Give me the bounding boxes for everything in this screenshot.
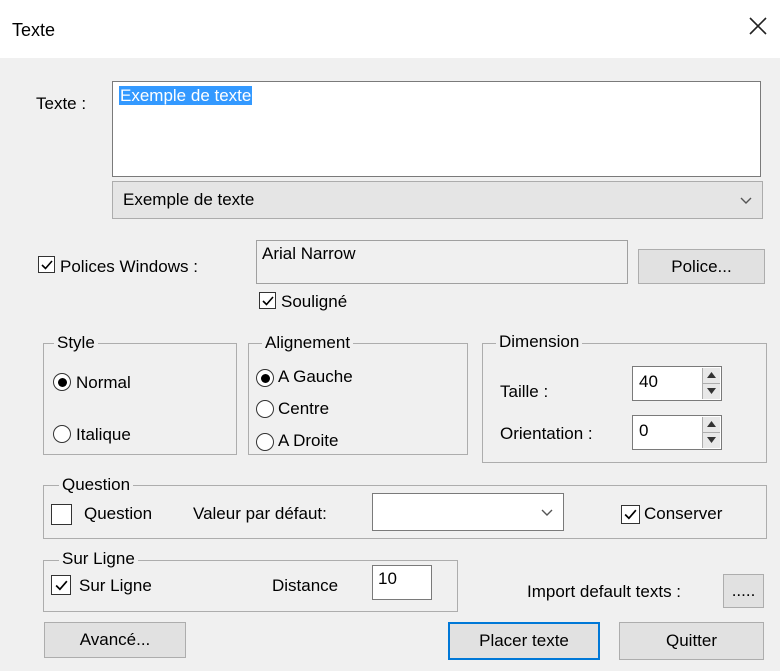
radio-italique[interactable]: [53, 425, 71, 443]
souligne-label: Souligné: [281, 292, 348, 311]
check-icon: [40, 259, 53, 270]
spin-up-icon[interactable]: [703, 368, 720, 384]
taille-spinbox[interactable]: 40: [632, 366, 722, 401]
distance-input[interactable]: 10: [372, 565, 432, 600]
police-button[interactable]: Police...: [638, 249, 765, 284]
check-icon: [55, 580, 68, 591]
font-name-field: Arial Narrow: [256, 240, 628, 284]
texte-combo-value: Exemple de texte: [123, 190, 255, 209]
import-label: Import default texts :: [527, 582, 682, 601]
default-value-combo[interactable]: [372, 493, 564, 531]
radio-centre-label: Centre: [278, 399, 330, 418]
distance-label: Distance: [272, 576, 339, 595]
surligne-checkbox[interactable]: [51, 575, 71, 595]
spin-down-icon[interactable]: [703, 383, 720, 399]
spin-up-icon[interactable]: [703, 417, 720, 433]
import-button[interactable]: .....: [723, 574, 764, 608]
spin-down-icon[interactable]: [703, 432, 720, 448]
title-bar: [0, 0, 780, 58]
conserver-checkbox[interactable]: [621, 505, 640, 524]
texte-value: Exemple de texte: [119, 86, 253, 105]
default-value-label: Valeur par défaut:: [193, 504, 327, 523]
orientation-spinbox[interactable]: 0: [632, 415, 722, 450]
radio-a-gauche-label: A Gauche: [278, 367, 353, 386]
dimension-group-title: Dimension: [496, 332, 583, 352]
taille-label: Taille :: [500, 382, 549, 401]
radio-normal-label: Normal: [76, 373, 131, 392]
check-icon: [261, 295, 274, 306]
quitter-button[interactable]: Quitter: [619, 622, 764, 660]
radio-a-droite[interactable]: [256, 433, 274, 451]
question-checkbox[interactable]: [51, 504, 72, 525]
texte-label: Texte :: [36, 94, 87, 113]
check-icon: [624, 509, 637, 520]
window-title: Texte: [12, 20, 56, 40]
surligne-group-title: Sur Ligne: [59, 549, 138, 569]
radio-normal[interactable]: [53, 373, 71, 391]
surligne-checkbox-label: Sur Ligne: [79, 576, 152, 595]
souligne-checkbox[interactable]: [259, 292, 276, 309]
orientation-value: 0: [639, 421, 649, 440]
question-checkbox-label: Question: [84, 504, 153, 523]
chevron-down-icon: [541, 509, 553, 516]
polices-windows-checkbox[interactable]: [38, 256, 55, 273]
style-group: [43, 343, 237, 455]
alignement-group-title: Alignement: [262, 333, 354, 353]
font-name-value: Arial Narrow: [262, 244, 356, 263]
radio-a-droite-label: A Droite: [278, 431, 339, 450]
radio-italique-label: Italique: [76, 425, 131, 444]
orientation-label: Orientation :: [500, 424, 593, 443]
distance-value: 10: [378, 569, 397, 588]
close-icon[interactable]: [745, 13, 771, 39]
style-group-title: Style: [54, 333, 98, 353]
texte-input[interactable]: Exemple de texte: [112, 81, 761, 177]
taille-value: 40: [639, 372, 658, 391]
polices-windows-label: Polices Windows :: [60, 257, 198, 276]
placer-texte-button[interactable]: Placer texte: [448, 622, 600, 660]
texte-combo[interactable]: Exemple de texte: [112, 181, 763, 219]
radio-a-gauche[interactable]: [256, 369, 274, 387]
chevron-down-icon: [740, 197, 752, 204]
dimension-group: [482, 343, 767, 463]
question-group-title: Question: [59, 475, 134, 495]
avance-button[interactable]: Avancé...: [44, 622, 186, 658]
radio-centre[interactable]: [256, 400, 274, 418]
conserver-label: Conserver: [644, 504, 723, 523]
